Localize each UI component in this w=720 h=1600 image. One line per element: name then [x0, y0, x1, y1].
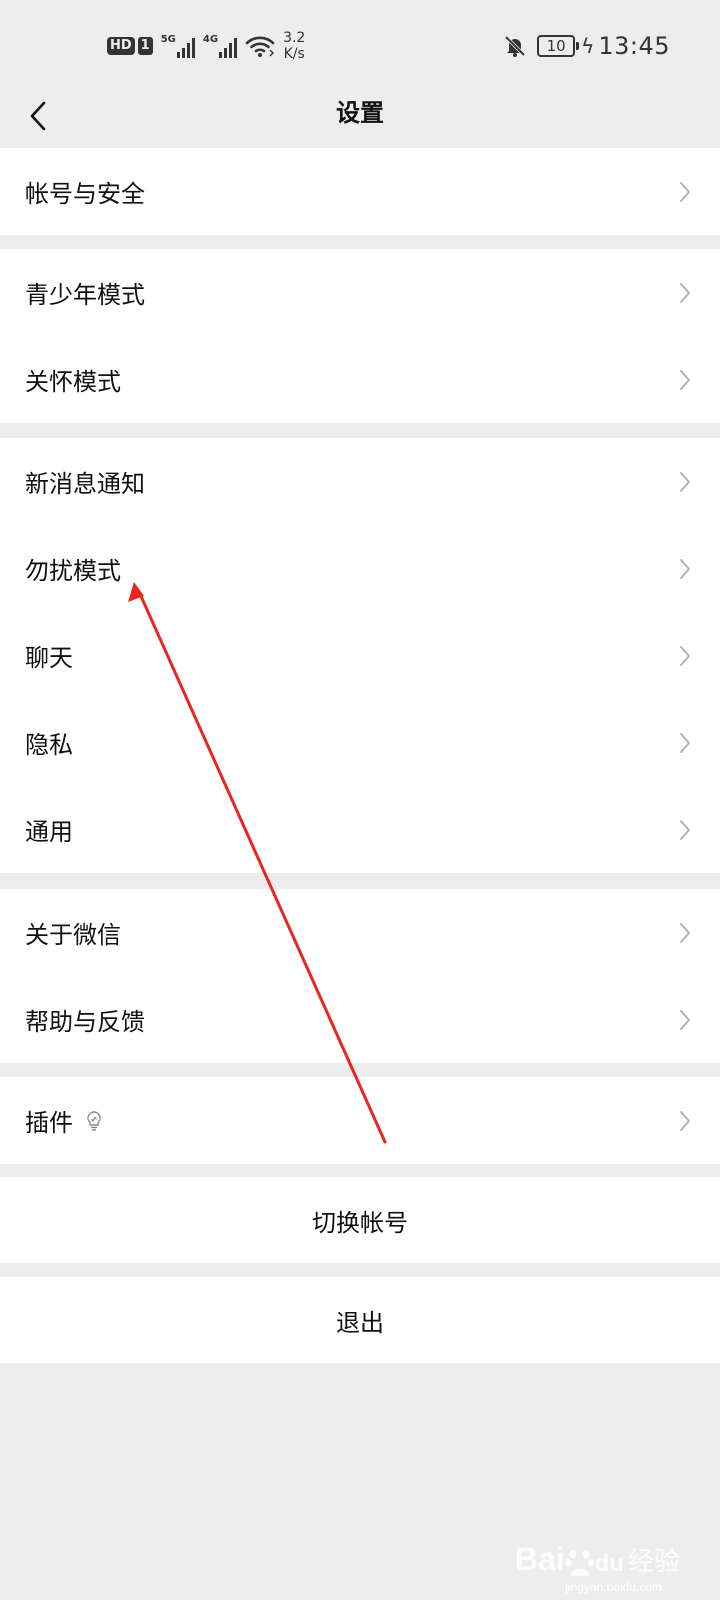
network-type-5g: 5G: [160, 34, 176, 45]
settings-item-care-mode[interactable]: 关怀模式: [0, 336, 720, 423]
network-type-4g: 4G: [202, 34, 219, 45]
chevron-right-icon: [680, 732, 690, 753]
settings-item-label: 通用: [25, 818, 73, 846]
settings-item-label: 关怀模式: [25, 368, 121, 396]
watermark-logo: Bai: [514, 1541, 565, 1577]
chevron-right-icon: [680, 369, 690, 390]
settings-item-label: 插件: [25, 1109, 73, 1137]
charging-icon: ϟ: [581, 34, 595, 58]
settings-item-label: 勿扰模式: [25, 557, 121, 585]
settings-item-label: 聊天: [25, 644, 73, 672]
chevron-right-icon: [680, 1009, 690, 1030]
settings-item-help-feedback[interactable]: 帮助与反馈: [0, 976, 720, 1063]
watermark-logo-suffix: du: [594, 1550, 624, 1577]
settings-group-plugins: 插件: [0, 1077, 720, 1164]
baidu-jingyan-watermark: Bai du 经验: [515, 1541, 680, 1578]
battery-icon: 10: [537, 35, 580, 57]
status-bar: HD 1 5G 4G 3.2 K/s 10 ϟ 13:45: [0, 0, 720, 92]
settings-item-general[interactable]: 通用: [0, 786, 720, 873]
nav-bar: 设置: [0, 92, 720, 152]
settings-item-label: 关于微信: [25, 921, 121, 949]
watermark-text: 经验: [627, 1547, 680, 1577]
settings-item-label: 帮助与反馈: [25, 1008, 145, 1036]
settings-item-teen-mode[interactable]: 青少年模式: [0, 249, 720, 336]
settings-item-privacy[interactable]: 隐私: [0, 699, 720, 786]
network-speed: 3.2 K/s: [283, 30, 305, 62]
bell-off-icon: [503, 34, 527, 58]
speed-value: 3.2: [283, 30, 306, 46]
chevron-right-icon: [680, 282, 690, 303]
settings-item-chat[interactable]: 聊天: [0, 612, 720, 699]
chevron-right-icon: [680, 181, 690, 202]
signal-icon: 5G: [161, 34, 195, 58]
settings-item-new-message-notification[interactable]: 新消息通知: [0, 438, 720, 525]
settings-item-label: 隐私: [25, 731, 73, 759]
chevron-right-icon: [680, 1110, 690, 1131]
chevron-right-icon: [680, 645, 690, 666]
signal-icon: 4G: [202, 34, 238, 58]
settings-item-label: 帐号与安全: [25, 180, 145, 208]
settings-item-account-security[interactable]: 帐号与安全: [0, 148, 720, 235]
switch-account-button[interactable]: 切换帐号: [0, 1177, 720, 1263]
settings-item-about-wechat[interactable]: 关于微信: [0, 889, 720, 976]
settings-group-account: 帐号与安全: [0, 148, 720, 235]
settings-group-general: 新消息通知 勿扰模式 聊天 隐私 通用: [0, 438, 720, 873]
hd-badge: HD: [107, 37, 135, 55]
sim-badge: 1: [137, 37, 153, 55]
watermark-url: jingyan.baidu.com: [565, 1580, 662, 1594]
logout-button[interactable]: 退出: [0, 1277, 720, 1363]
wifi-icon: [245, 34, 275, 58]
settings-item-plugins[interactable]: 插件: [0, 1077, 720, 1164]
page-title: 设置: [336, 99, 384, 127]
status-time: 13:45: [598, 32, 670, 60]
speed-unit: K/s: [283, 46, 305, 62]
chevron-right-icon: [680, 819, 690, 840]
settings-item-label: 新消息通知: [25, 470, 145, 498]
settings-group-about: 关于微信 帮助与反馈: [0, 889, 720, 1063]
settings-item-do-not-disturb[interactable]: 勿扰模式: [0, 525, 720, 612]
chevron-right-icon: [680, 558, 690, 579]
settings-item-label: 青少年模式: [25, 281, 145, 309]
chevron-right-icon: [680, 471, 690, 492]
paw-icon: [565, 1546, 595, 1578]
lightbulb-icon: [87, 1110, 101, 1131]
chevron-right-icon: [680, 922, 690, 943]
settings-group-modes: 青少年模式 关怀模式: [0, 249, 720, 423]
